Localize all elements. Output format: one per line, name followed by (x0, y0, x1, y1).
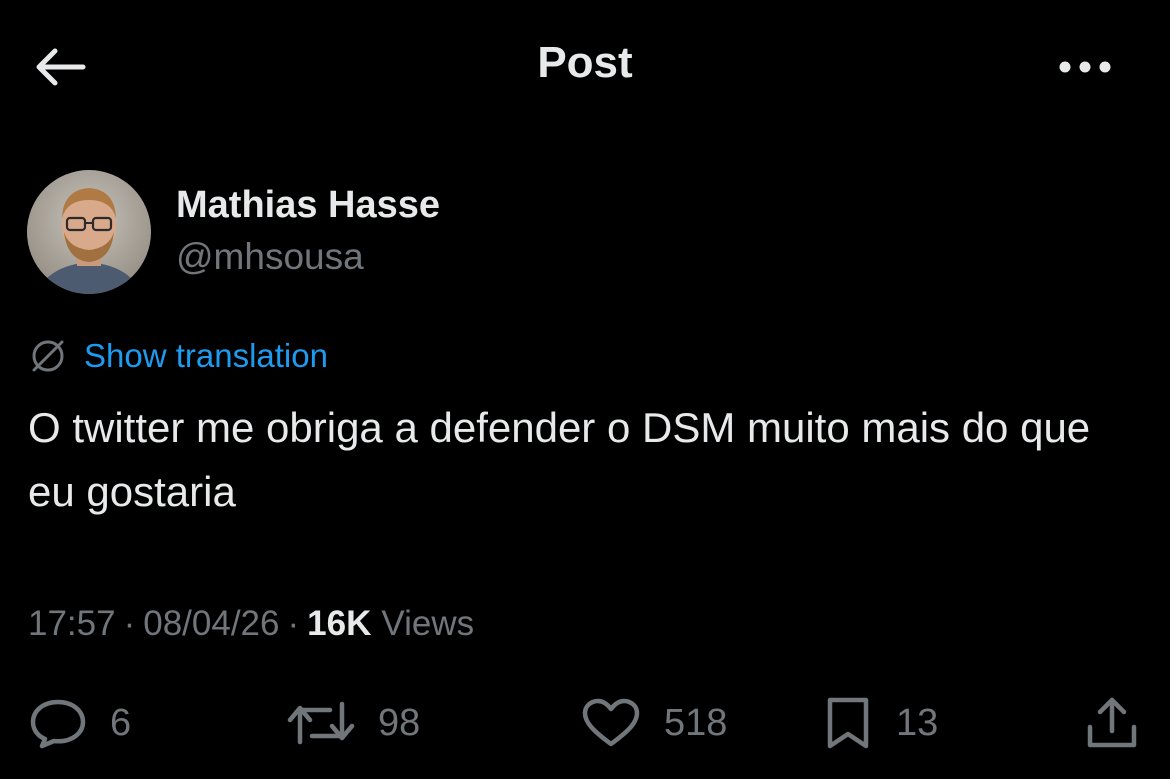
bookmark-icon (822, 694, 874, 752)
reply-count: 6 (110, 701, 132, 744)
share-icon (1082, 695, 1142, 751)
arrow-left-icon (36, 48, 86, 86)
repost-icon (286, 696, 356, 750)
share-button[interactable] (1082, 690, 1142, 756)
avatar-photo (27, 170, 151, 294)
post-text: O twitter me obriga a defender o DSM mui… (28, 404, 1091, 515)
author-name[interactable]: Mathias Hasse (176, 184, 440, 227)
like-count: 518 (664, 701, 728, 744)
repost-count: 98 (378, 701, 421, 744)
author-handle[interactable]: @mhsousa (176, 236, 364, 278)
views-label: Views (381, 604, 475, 643)
views-count[interactable]: 16K (307, 604, 371, 644)
back-button[interactable] (30, 40, 90, 94)
meta-separator: · (287, 604, 300, 643)
avatar[interactable] (27, 170, 151, 294)
reply-icon (28, 696, 88, 750)
meta-separator: · (123, 604, 136, 643)
action-bar: 6 98 518 13 (0, 690, 1170, 756)
heart-icon (580, 696, 642, 750)
post-meta: 17:57 · 08/04/26 · 16K Views (28, 600, 474, 648)
top-bar: Post (0, 0, 1170, 130)
show-translation-link[interactable]: Show translation (28, 334, 328, 378)
ellipsis-icon (1059, 61, 1111, 73)
repost-button[interactable]: 98 (286, 690, 420, 756)
more-options-button[interactable] (1050, 44, 1120, 90)
post-time: 17:57 (28, 604, 116, 643)
post-date: 08/04/26 (143, 604, 280, 643)
like-button[interactable]: 518 (580, 690, 727, 756)
reply-button[interactable]: 6 (28, 690, 131, 756)
translate-globe-icon (28, 336, 68, 376)
bookmark-button[interactable]: 13 (822, 690, 938, 756)
show-translation-label: Show translation (84, 337, 328, 374)
bookmark-count: 13 (896, 701, 939, 744)
page-title: Post (537, 38, 633, 87)
